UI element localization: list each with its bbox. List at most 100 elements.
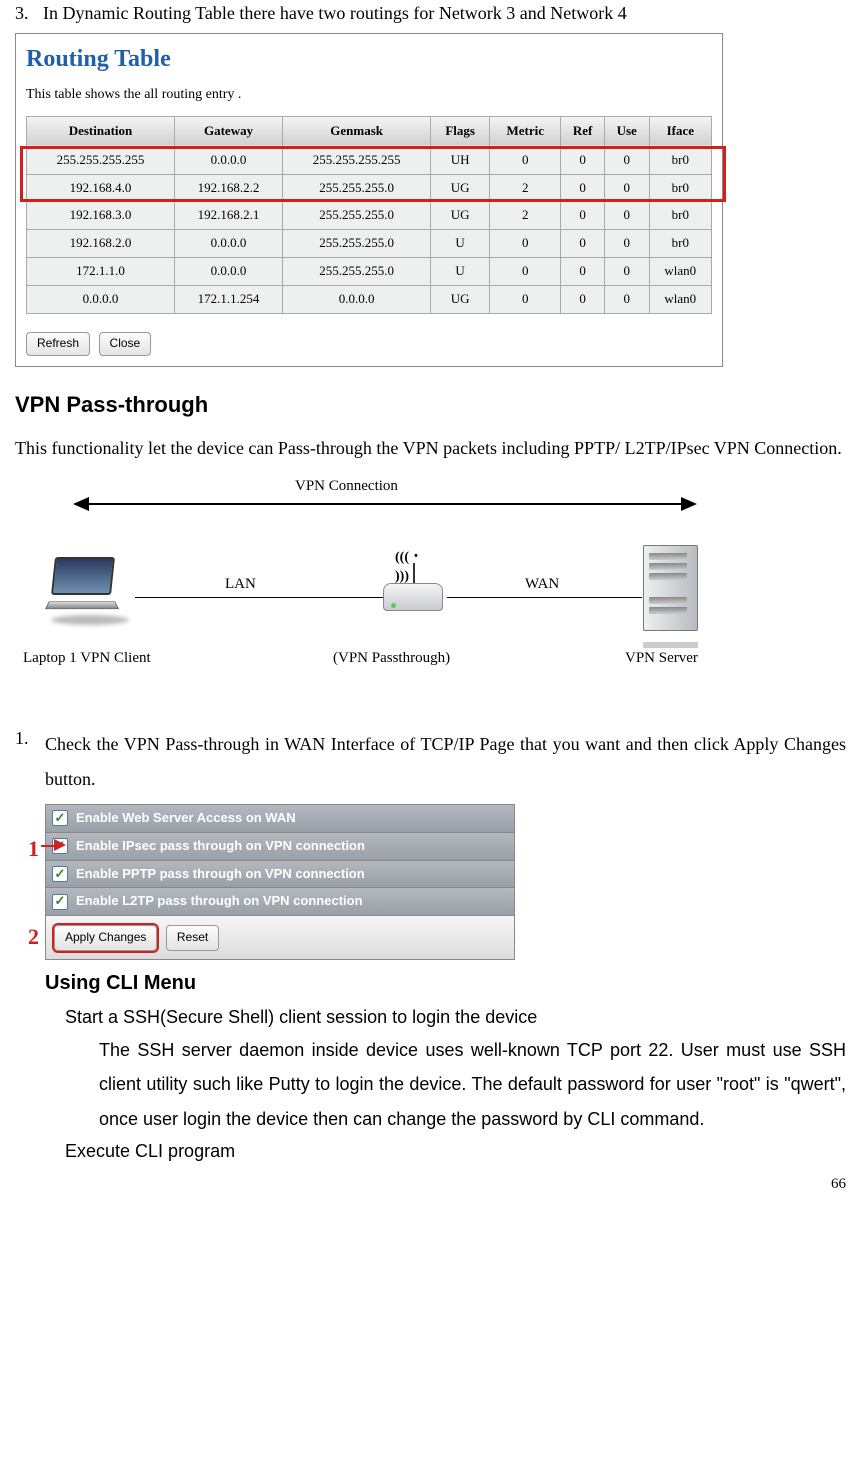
check-row-webserver: ✓ Enable Web Server Access on WAN [46,805,514,833]
col-metric: Metric [490,116,561,146]
step1-number: 1. [15,727,45,795]
checkbox-panel: 1 2 ✓Enable Web Server Access on WAN ✓En… [45,804,515,960]
table-row: 0.0.0.0172.1.1.2540.0.0.0UG000wlan0 [27,286,712,314]
cli-heading: Using CLI Menu [45,970,846,996]
check-row-ipsec: ✓Enable IPsec pass through on VPN connec… [46,833,514,861]
page-number: 66 [15,1175,846,1195]
table-row: 255.255.255.2550.0.0.0255.255.255.255UH0… [27,146,712,174]
vpn-connection-arrow [75,503,695,505]
routing-title: Routing Table [26,44,712,75]
checkbox-icon[interactable]: ✓ [52,810,68,826]
table-cell: 0 [561,230,605,258]
table-cell: 0 [604,230,649,258]
close-button[interactable]: Close [99,332,152,356]
table-cell: 255.255.255.0 [283,258,431,286]
check-label: Enable PPTP pass through on VPN connecti… [76,866,365,883]
vpn-diagram: VPN Connection LAN ((( ･ ))) WAN Laptop … [15,477,846,697]
table-cell: 0 [561,146,605,174]
table-cell: U [431,230,490,258]
cli-sub2: Execute CLI program [65,1140,846,1163]
reset-button[interactable]: Reset [166,925,219,951]
table-row: 172.1.1.00.0.0.0255.255.255.0U000wlan0 [27,258,712,286]
table-cell: br0 [649,174,711,202]
marker-2: 2 [28,923,39,952]
table-row: 192.168.2.00.0.0.0255.255.255.0U000br0 [27,230,712,258]
routing-table: Destination Gateway Genmask Flags Metric… [26,116,712,314]
table-cell: 0 [561,258,605,286]
check-label: Enable L2TP pass through on VPN connecti… [76,893,363,910]
router-icon: ((( ･ ))) [375,567,455,637]
checkbox-icon[interactable]: ✓ [52,866,68,882]
table-cell: 255.255.255.0 [283,174,431,202]
step3-text: In Dynamic Routing Table there have two … [43,2,846,25]
table-cell: 255.255.255.255 [283,146,431,174]
vpn-heading: VPN Pass-through [15,391,846,420]
step1-text: Check the VPN Pass-through in WAN Interf… [45,727,846,795]
label-router: (VPN Passthrough) [333,649,450,669]
table-cell: 192.168.2.0 [27,230,175,258]
table-cell: 2 [490,202,561,230]
table-cell: 0 [561,286,605,314]
col-iface: Iface [649,116,711,146]
table-cell: 0 [490,286,561,314]
table-cell: 0.0.0.0 [174,230,282,258]
check-label: Enable Web Server Access on WAN [76,810,296,827]
table-cell: 255.255.255.0 [283,202,431,230]
cli-sub1: Start a SSH(Secure Shell) client session… [65,1006,846,1029]
table-cell: 0.0.0.0 [174,258,282,286]
table-cell: 0 [604,286,649,314]
table-cell: 192.168.4.0 [27,174,175,202]
cli-para1: The SSH server daemon inside device uses… [99,1033,846,1136]
table-cell: br0 [649,202,711,230]
step3-number: 3. [15,2,43,25]
table-cell: 0 [490,230,561,258]
wan-line [447,597,642,598]
checkbox-icon[interactable]: ✓ [52,894,68,910]
col-use: Use [604,116,649,146]
server-icon [643,545,713,645]
lan-line [135,597,385,598]
table-cell: UG [431,286,490,314]
table-cell: 192.168.3.0 [27,202,175,230]
check-row-pptp: ✓ Enable PPTP pass through on VPN connect… [46,861,514,889]
col-flags: Flags [431,116,490,146]
table-cell: 0 [490,258,561,286]
refresh-button[interactable]: Refresh [26,332,90,356]
label-vpn-connection: VPN Connection [295,477,398,497]
table-cell: 255.255.255.0 [283,230,431,258]
table-cell: 0.0.0.0 [283,286,431,314]
table-row: 192.168.3.0192.168.2.1255.255.255.0UG200… [27,202,712,230]
table-cell: 0 [604,146,649,174]
table-row: 192.168.4.0192.168.2.2255.255.255.0UG200… [27,174,712,202]
arrow-1-icon [54,839,66,851]
table-cell: UG [431,202,490,230]
col-genmask: Genmask [283,116,431,146]
table-cell: 192.168.2.2 [174,174,282,202]
table-cell: wlan0 [649,286,711,314]
table-cell: 0.0.0.0 [27,286,175,314]
table-cell: UH [431,146,490,174]
marker-1: 1 [28,835,39,864]
table-cell: 0 [561,202,605,230]
table-cell: br0 [649,230,711,258]
table-cell: 0 [604,258,649,286]
arrow-1-line [41,845,55,847]
label-server: VPN Server [625,649,698,669]
table-cell: 2 [490,174,561,202]
routing-table-screenshot: Routing Table This table shows the all r… [15,33,723,366]
table-cell: 192.168.2.1 [174,202,282,230]
col-destination: Destination [27,116,175,146]
table-cell: 0 [604,174,649,202]
table-cell: wlan0 [649,258,711,286]
table-cell: 0 [604,202,649,230]
table-cell: UG [431,174,490,202]
table-cell: 172.1.1.0 [27,258,175,286]
col-ref: Ref [561,116,605,146]
label-lan: LAN [225,575,256,595]
apply-changes-button[interactable]: Apply Changes [54,925,157,951]
vpn-body: This functionality let the device can Pa… [15,431,846,465]
check-row-l2tp: ✓ Enable L2TP pass through on VPN connect… [46,888,514,916]
check-label: Enable IPsec pass through on VPN connect… [76,838,365,855]
table-cell: 0 [490,146,561,174]
laptop-icon [45,557,135,627]
